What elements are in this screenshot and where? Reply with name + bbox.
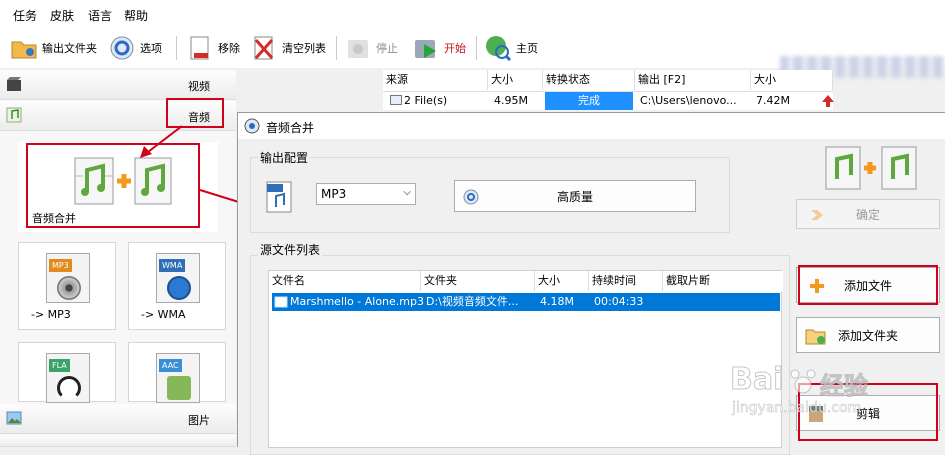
row-out-size: 7.42M bbox=[756, 94, 790, 107]
col-out-size[interactable]: 大小 bbox=[751, 70, 833, 90]
row-size: 4.95M bbox=[494, 94, 528, 107]
highlight-add-file bbox=[798, 265, 938, 305]
watermark-url: jingyan.baidu.com bbox=[732, 400, 862, 417]
add-folder-button[interactable]: 添加文件夹 bbox=[796, 317, 940, 353]
format-value: MP3 bbox=[321, 187, 347, 201]
col-size[interactable]: 大小 bbox=[488, 70, 543, 90]
list-icon bbox=[390, 95, 402, 105]
audio-file-icon bbox=[274, 296, 288, 308]
col-source[interactable]: 来源 bbox=[383, 70, 488, 90]
chevron-down-icon: ⌵ bbox=[403, 187, 411, 198]
format-select[interactable]: MP3 ⌵ bbox=[316, 183, 416, 205]
col-filesize[interactable]: 大小 bbox=[535, 271, 589, 291]
add-folder-label: 添加文件夹 bbox=[837, 328, 898, 343]
row-output: C:\Users\lenovo... bbox=[640, 94, 737, 107]
row-source: 2 File(s) bbox=[387, 92, 447, 110]
col-status[interactable]: 转换状态 bbox=[543, 70, 635, 90]
baidu-watermark: Bai 经验 jingyan.baidu.com bbox=[722, 360, 922, 447]
app-icon bbox=[244, 118, 260, 134]
dialog-titlebar: 音频合并 bbox=[238, 113, 945, 139]
source-list-label: 源文件列表 bbox=[258, 241, 323, 258]
confirm-label: 确定 bbox=[855, 207, 880, 222]
file-name: Marshmello - Alone.mp3 bbox=[290, 295, 424, 308]
table-row[interactable]: Marshmello - Alone.mp3 D:\视频音频文件... 4.18… bbox=[272, 293, 780, 311]
file-duration: 00:04:33 bbox=[594, 295, 644, 308]
quality-button[interactable]: 高质量 bbox=[454, 180, 696, 212]
merge-graphic-icon bbox=[825, 146, 917, 190]
dialog-title: 音频合并 bbox=[266, 121, 315, 135]
col-clip[interactable]: 截取片断 bbox=[663, 271, 783, 291]
file-size: 4.18M bbox=[540, 295, 574, 308]
settings-icon bbox=[463, 189, 479, 205]
col-folder[interactable]: 文件夹 bbox=[421, 271, 535, 291]
paw-icon bbox=[790, 369, 816, 394]
watermark-brand: Bai bbox=[729, 362, 784, 398]
file-folder: D:\视频音频文件... bbox=[426, 295, 519, 308]
watermark-brand2: 经验 bbox=[820, 372, 869, 401]
col-output[interactable]: 输出 [F2] bbox=[635, 70, 751, 90]
folder-add-icon bbox=[805, 329, 826, 345]
arrow-right-icon bbox=[811, 210, 823, 220]
col-filename[interactable]: 文件名 bbox=[269, 271, 421, 291]
row-source-text: 2 File(s) bbox=[404, 94, 448, 107]
source-file-table: 文件名 文件夹 大小 持续时间 截取片断 Marshmello - Alone.… bbox=[268, 270, 783, 448]
row-status: 完成 bbox=[545, 92, 633, 110]
col-duration[interactable]: 持续时间 bbox=[589, 271, 663, 291]
confirm-button[interactable]: 确定 bbox=[796, 199, 940, 229]
quality-label: 高质量 bbox=[556, 189, 593, 204]
up-arrow-icon[interactable] bbox=[821, 94, 835, 108]
conversion-table: 来源 大小 转换状态 输出 [F2] 大小 2 File(s) 4.95M 完成… bbox=[383, 70, 835, 110]
mp3-format-icon bbox=[266, 181, 292, 213]
output-config-label: 输出配置 bbox=[258, 149, 311, 166]
